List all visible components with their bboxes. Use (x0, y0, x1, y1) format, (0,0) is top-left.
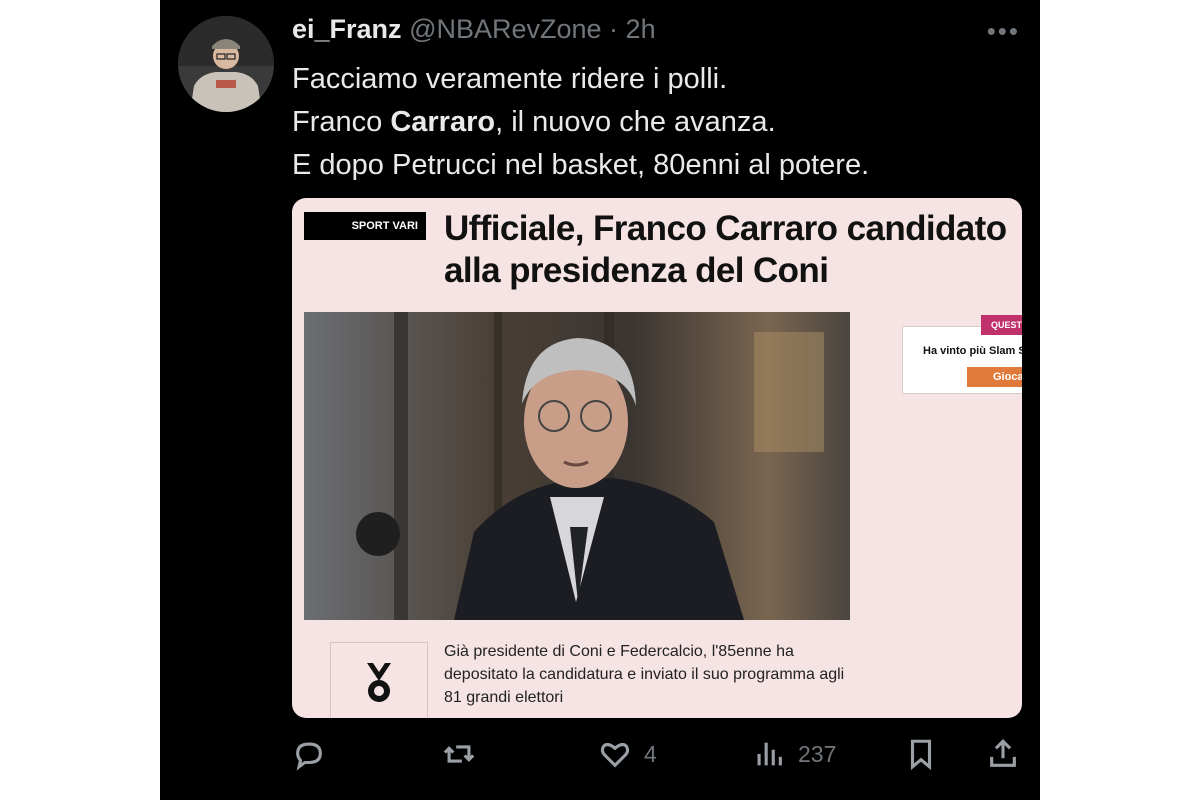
ad-widget[interactable]: QUEST Ha vinto più Slam S Gioca (902, 315, 1022, 394)
tweet-text-line: E dopo Petrucci nel basket, 80enni al po… (292, 149, 870, 181)
tweet-container: ei_Franz @NBARevZone · 2h ••• Facciamo v… (160, 0, 1040, 800)
retweet-button[interactable] (442, 732, 476, 776)
retweet-icon (443, 745, 475, 763)
headline-line: alla presidenza del Coni (444, 251, 829, 290)
reply-icon (296, 742, 322, 771)
ad-text: Ha vinto più Slam S (923, 345, 1022, 357)
heart-icon (600, 742, 630, 768)
views-chart-icon (757, 742, 782, 766)
category-tag: SPORT VARI (304, 212, 426, 240)
header-separator: · (601, 14, 626, 44)
bookmark-icon (910, 739, 932, 771)
views-button[interactable]: 237 (752, 732, 836, 776)
headline-line: Ufficiale, Franco Carraro candidato (444, 209, 1007, 248)
author-name[interactable]: ei_Franz (292, 14, 402, 44)
article-summary: Già presidente di Coni e Federcalcio, l'… (444, 643, 845, 706)
medal-icon (367, 663, 391, 702)
tweet-text-fragment: , il nuovo che avanza. (495, 106, 776, 138)
more-horizontal-icon[interactable]: ••• (987, 16, 1020, 47)
ad-badge-label: QUEST (991, 320, 1022, 330)
author-handle[interactable]: @NBARevZone (409, 14, 601, 44)
reply-button[interactable] (292, 732, 326, 776)
share-icon (990, 739, 1016, 767)
bookmark-button[interactable] (904, 732, 938, 776)
tweet-text-bold: Carraro (390, 106, 496, 138)
share-button[interactable] (986, 732, 1020, 776)
views-count: 237 (798, 740, 837, 767)
tweet-header: ei_Franz @NBARevZone · 2h (292, 14, 656, 45)
ad-badge: QUEST (981, 315, 1022, 335)
tweet-actions: 4 237 (292, 732, 1022, 776)
like-button[interactable]: 4 (598, 732, 657, 776)
ad-play-button[interactable]: Gioca (967, 367, 1022, 387)
tweet-text-line: Franco Carraro, il nuovo che avanza. (292, 101, 869, 144)
tweet-time[interactable]: 2h (626, 14, 656, 44)
like-count: 4 (644, 740, 657, 767)
medal-box (330, 642, 428, 718)
avatar[interactable] (178, 16, 274, 112)
attached-image-card[interactable]: SPORT VARI Ufficiale, Franco Carraro can… (292, 198, 1022, 718)
tweet-text: Facciamo veramente ridere i polli. Franc… (292, 58, 869, 187)
tweet-text-line: Facciamo veramente ridere i polli. (292, 63, 728, 95)
tweet-text-fragment: Franco (292, 106, 391, 138)
article-photo (304, 312, 850, 620)
article-headline: Ufficiale, Franco Carraro candidato alla… (444, 208, 1022, 292)
